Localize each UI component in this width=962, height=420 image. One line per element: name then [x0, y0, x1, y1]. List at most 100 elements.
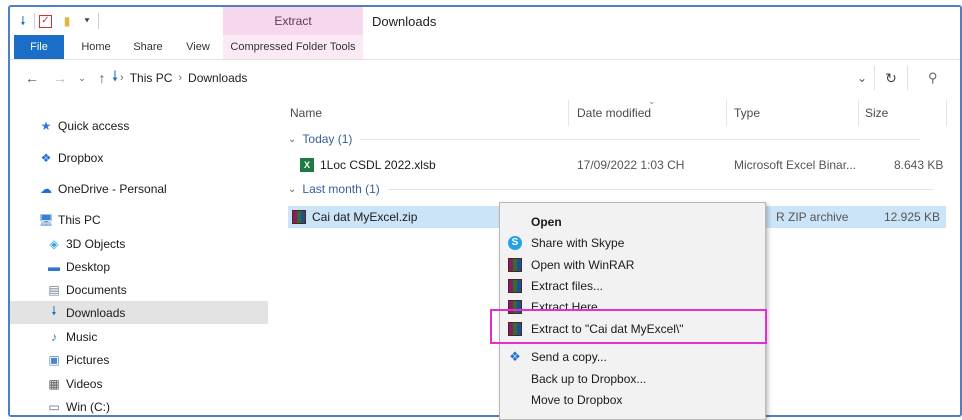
tab-compressed-folder-tools[interactable]: Compressed Folder Tools — [223, 35, 363, 59]
column-divider[interactable] — [858, 100, 859, 126]
breadcrumb-chevron-icon[interactable]: › — [120, 72, 124, 84]
refresh-button[interactable]: ↻ — [874, 66, 908, 90]
menu-item-share-with-skype[interactable]: S Share with Skype — [500, 232, 765, 253]
group-divider — [387, 188, 933, 190]
menu-item-label: Extract files... — [531, 278, 604, 293]
menu-item-label: Share with Skype — [531, 235, 625, 250]
sidebar-item-documents[interactable]: ▤ Documents — [10, 278, 268, 301]
download-arrow-icon[interactable]: 🠗 — [16, 14, 30, 28]
sidebar-item-videos[interactable]: ▦ Videos — [10, 372, 268, 395]
column-divider[interactable] — [568, 100, 569, 126]
column-header-name[interactable]: Name — [290, 106, 322, 124]
menu-item-extract-files[interactable]: Extract files... — [500, 275, 765, 296]
recent-locations-chevron-icon[interactable]: ⌄ — [74, 73, 90, 84]
explorer-window: 🠗 ✓ ▮ ⯆ Extract Downloads File Home Shar… — [8, 5, 962, 417]
file-name: Cai dat MyExcel.zip — [312, 210, 418, 224]
pictures-icon: ▣ — [48, 352, 60, 367]
menu-item-open[interactable]: Open — [500, 211, 765, 232]
refresh-icon: ↻ — [885, 69, 897, 86]
documents-icon: ▤ — [48, 282, 60, 297]
sidebar-item-this-pc[interactable]: 🖥 This PC — [10, 208, 268, 231]
sidebar-item-pictures[interactable]: ▣ Pictures — [10, 348, 268, 371]
menu-item-open-with-winrar[interactable]: Open with WinRAR — [500, 254, 765, 275]
breadcrumb-this-pc[interactable]: This PC — [130, 71, 173, 85]
navigation-pane: ★ Quick access ❖ Dropbox ☁ OneDrive - Pe… — [10, 96, 272, 415]
group-header-last-month[interactable]: ⌄ Last month (1) — [288, 182, 958, 196]
sidebar-item-label: This PC — [58, 212, 101, 227]
file-type: R ZIP archive — [776, 210, 849, 224]
file-name: 1Loc CSDL 2022.xlsb — [320, 158, 436, 172]
folder-icon[interactable]: ▮ — [60, 14, 74, 28]
breadcrumb-chevron-icon[interactable]: › — [178, 72, 182, 84]
column-divider[interactable] — [726, 100, 727, 126]
dropbox-icon: ❖ — [509, 348, 521, 364]
customize-dropdown-icon[interactable]: ⯆ — [80, 14, 94, 28]
sidebar-item-win-c[interactable]: ▭ Win (C:) — [10, 395, 268, 415]
back-arrow-icon[interactable]: ← — [24, 70, 40, 86]
column-divider[interactable] — [946, 100, 947, 126]
group-label: Today (1) — [302, 132, 353, 146]
contextual-tab-group-label: Extract — [223, 7, 363, 35]
menu-item-label: Send a copy... — [531, 349, 607, 364]
sidebar-item-desktop[interactable]: ▬ Desktop — [10, 255, 268, 278]
group-divider — [360, 138, 921, 140]
file-type: Microsoft Excel Binar... — [734, 158, 857, 172]
tab-share[interactable]: Share — [124, 35, 172, 59]
menu-item-send-a-copy[interactable]: ❖ Send a copy... — [500, 346, 765, 367]
winrar-icon — [292, 210, 306, 224]
menu-item-label: Open with WinRAR — [531, 257, 635, 272]
computer-icon: 🖥 — [38, 212, 54, 227]
skype-icon: S — [507, 235, 523, 251]
toolbar-divider — [98, 13, 99, 29]
file-size: 12.925 KB — [884, 210, 941, 224]
breadcrumb-downloads[interactable]: Downloads — [188, 71, 247, 85]
group-chevron-icon: ⌄ — [288, 183, 297, 195]
search-box[interactable]: ⚲ — [916, 66, 960, 90]
sort-chevron-icon: ⌄ — [648, 96, 656, 106]
music-note-icon: ♪ — [51, 329, 57, 344]
blank-icon — [507, 371, 523, 387]
address-box[interactable]: 🠗 › This PC › Downloads — [112, 66, 860, 90]
tab-file[interactable]: File — [14, 35, 64, 59]
menu-item-back-up-to-dropbox[interactable]: Back up to Dropbox... — [500, 368, 765, 389]
download-arrow-icon: 🠗 — [112, 68, 119, 84]
sidebar-item-label: Downloads — [66, 305, 126, 320]
menu-item-label: Open — [531, 214, 562, 229]
properties-check-icon[interactable]: ✓ — [39, 14, 52, 28]
sidebar-item-quick-access[interactable]: ★ Quick access — [10, 114, 268, 137]
group-header-today[interactable]: ⌄ Today (1) — [288, 132, 958, 146]
address-bar-row: ← → ⌄ ↑ 🠗 › This PC › Downloads ⌄ ↻ ⚲ — [10, 60, 960, 96]
column-header-type[interactable]: Type — [734, 106, 760, 124]
file-size: 8.643 KB — [894, 158, 944, 172]
address-dropdown-chevron-icon[interactable]: ⌄ — [854, 71, 870, 85]
videos-icon: ▦ — [48, 376, 60, 391]
file-date: 17/09/2022 1:03 CH — [577, 158, 685, 172]
up-arrow-icon[interactable]: ↑ — [94, 70, 110, 86]
title-bar: 🠗 ✓ ▮ ⯆ Extract Downloads — [10, 7, 960, 35]
tab-view[interactable]: View — [176, 35, 220, 59]
tab-home[interactable]: Home — [72, 35, 120, 59]
sidebar-item-label: Dropbox — [58, 150, 104, 165]
sidebar-item-label: OneDrive - Personal — [58, 181, 167, 196]
sidebar-item-label: 3D Objects — [66, 236, 126, 251]
column-header-size[interactable]: Size — [865, 106, 888, 124]
sidebar-item-music[interactable]: ♪ Music — [10, 325, 268, 348]
forward-arrow-icon[interactable]: → — [52, 70, 68, 86]
sidebar-item-label: Quick access — [58, 118, 130, 133]
blank-icon — [507, 214, 523, 230]
menu-item-move-to-dropbox[interactable]: Move to Dropbox — [500, 389, 765, 410]
winrar-icon — [507, 278, 523, 294]
sidebar-item-onedrive[interactable]: ☁ OneDrive - Personal — [10, 177, 268, 200]
excel-icon: X — [300, 158, 314, 172]
sidebar-item-label: Pictures — [66, 352, 110, 367]
sidebar-item-downloads[interactable]: 🠗 Downloads — [10, 301, 268, 324]
sidebar-item-dropbox[interactable]: ❖ Dropbox — [10, 146, 268, 169]
cube-icon: ◈ — [49, 236, 59, 251]
quick-access-toolbar: 🠗 ✓ ▮ ⯆ — [16, 13, 103, 29]
search-icon: ⚲ — [928, 70, 938, 85]
menu-item-label: Back up to Dropbox... — [531, 371, 647, 386]
column-header-date-modified[interactable]: Date modified — [577, 106, 651, 124]
highlight-box — [490, 309, 767, 344]
file-row[interactable]: X 1Loc CSDL 2022.xlsb 17/09/2022 1:03 CH… — [290, 154, 945, 176]
sidebar-item-3d-objects[interactable]: ◈ 3D Objects — [10, 232, 268, 255]
